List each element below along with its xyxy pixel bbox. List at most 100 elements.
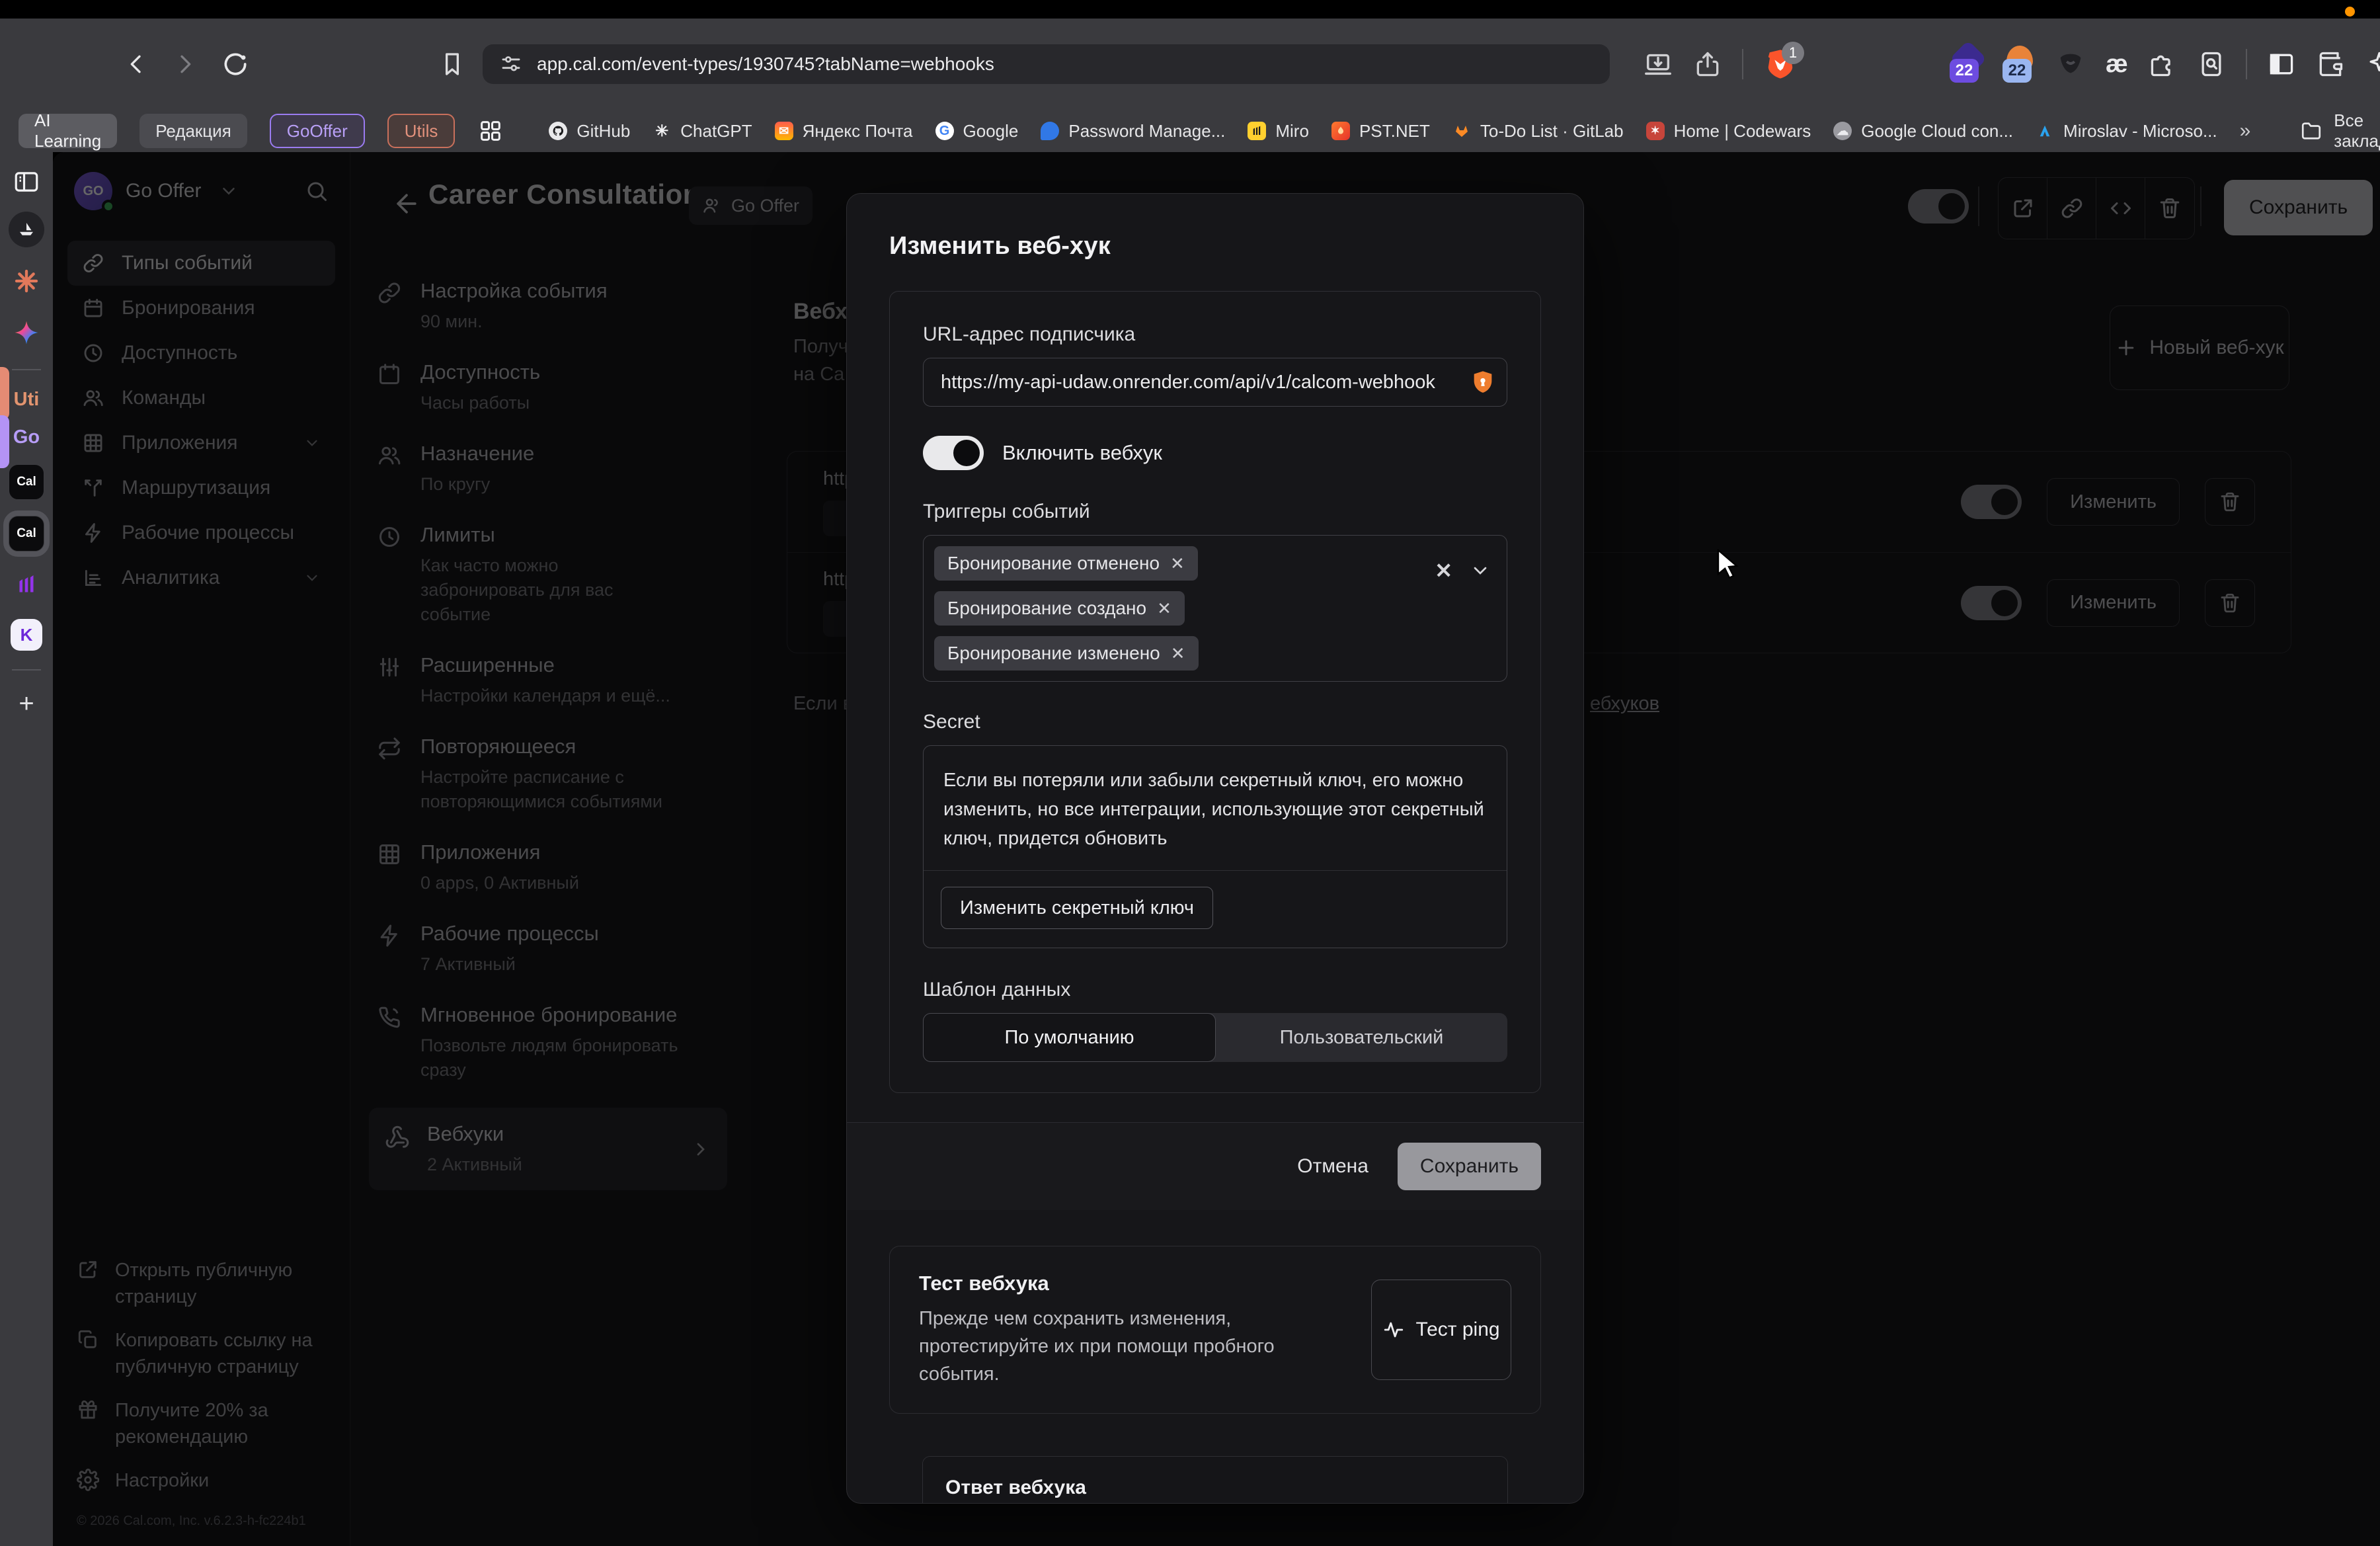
window-titlebar — [0, 0, 2380, 19]
pinned-app-asterisk[interactable] — [9, 263, 44, 299]
tab-kinescope[interactable]: K — [11, 619, 42, 651]
extension-blue[interactable]: 22 — [2003, 46, 2036, 83]
toolbar-separator-2 — [2246, 49, 2247, 79]
gitlab-icon — [1452, 122, 1471, 140]
bookmark-gitlab[interactable]: To-Do List · GitLab — [1452, 121, 1624, 142]
payload-template-label: Шаблон данных — [923, 979, 1507, 1001]
brave-shield-icon[interactable]: 1 — [1763, 47, 1798, 81]
template-custom-option[interactable]: Пользовательский — [1216, 1013, 1507, 1062]
cancel-button[interactable]: Отмена — [1297, 1155, 1368, 1178]
yandex-mail-icon: ✉ — [775, 122, 793, 140]
site-settings-icon[interactable] — [500, 53, 522, 75]
url-text: app.cal.com/event-types/1930745?tabName=… — [537, 54, 994, 75]
webhook-form: URL-адрес подписчика https://my-api-udaw… — [889, 291, 1541, 1093]
tab-group-utils[interactable]: Uti — [14, 389, 40, 411]
bookmark-codewars[interactable]: ✶ Home | Codewars — [1646, 121, 1811, 142]
screenshot-root: app.cal.com/event-types/1930745?tabName=… — [0, 0, 2380, 1546]
back-icon[interactable] — [123, 51, 149, 77]
bookmark-microsoft[interactable]: Miroslav - Microso... — [2036, 121, 2217, 142]
event-triggers-multiselect[interactable]: Бронирование отменено✕ Бронирование созд… — [923, 535, 1507, 682]
pinned-app-gemini[interactable] — [9, 315, 44, 350]
tab-miro[interactable] — [9, 567, 44, 603]
clear-all-icon[interactable]: ✕ — [1435, 558, 1452, 583]
tab-group-indicator-utils — [0, 367, 9, 420]
remove-chip-icon[interactable]: ✕ — [1157, 598, 1171, 619]
secret-box: Если вы потеряли или забыли секретный кл… — [923, 745, 1507, 948]
save-page-icon[interactable] — [1643, 49, 1673, 79]
miro-icon — [1248, 122, 1266, 140]
test-webhook-section: Тест вебхука Прежде чем сохранить измене… — [889, 1246, 1541, 1414]
share-icon[interactable] — [1693, 50, 1722, 79]
bookmark-group-redakcia[interactable]: Редакция — [139, 114, 247, 148]
bookmark-miro[interactable]: Miro — [1248, 121, 1309, 142]
google-cloud-icon: ☁ — [1833, 122, 1852, 140]
toolbar-separator — [1742, 49, 1743, 79]
secret-description: Если вы потеряли или забыли секретный кл… — [924, 746, 1507, 871]
pinned-app-boat[interactable] — [9, 212, 44, 247]
tab-group-go[interactable]: Go — [13, 427, 40, 448]
extension-dark-icon[interactable] — [2055, 49, 2086, 79]
extension-ae-icon[interactable]: æ — [2106, 50, 2128, 79]
bookmark-icon[interactable] — [439, 51, 465, 77]
remove-chip-icon[interactable]: ✕ — [1171, 643, 1185, 664]
subscriber-url-label: URL-адрес подписчика — [923, 323, 1507, 346]
window-control-dot[interactable] — [2345, 7, 2355, 17]
tab-cal-1[interactable]: Cal — [9, 464, 44, 500]
bookmark-password-manager[interactable]: Password Manage... — [1041, 121, 1225, 142]
leo-ai-icon[interactable] — [2365, 50, 2380, 79]
trigger-chip[interactable]: Бронирование создано✕ — [934, 591, 1185, 626]
bookmark-group-ai-learning[interactable]: AI Learning — [19, 114, 117, 148]
chatgpt-icon: ✳ — [653, 122, 671, 140]
bookmark-yandex-mail[interactable]: ✉ Яндекс Почта — [775, 121, 913, 142]
google-icon: G — [935, 122, 954, 140]
wallet-icon[interactable] — [2316, 50, 2345, 79]
enable-webhook-toggle[interactable] — [923, 436, 984, 470]
browser-chrome: app.cal.com/event-types/1930745?tabName=… — [0, 19, 2380, 152]
strip-divider — [12, 369, 41, 370]
bookmark-google-cloud[interactable]: ☁ Google Cloud con... — [1833, 121, 2013, 142]
bookmark-google[interactable]: G Google — [935, 121, 1019, 142]
tab-groups-icon[interactable] — [477, 118, 504, 144]
payload-template-segmented: По умолчанию Пользовательский — [923, 1013, 1507, 1062]
reload-icon[interactable] — [221, 50, 250, 79]
extension-purple[interactable]: 22 — [1950, 46, 1983, 83]
bookmarks-overflow-chevron[interactable]: » — [2240, 120, 2251, 142]
github-icon — [549, 122, 567, 140]
vertical-tab-strip: Uti Go Cal Cal K + — [0, 152, 53, 1546]
sidebar-toggle-icon[interactable] — [2267, 50, 2296, 79]
bookmark-github[interactable]: GitHub — [549, 121, 630, 142]
trigger-chip[interactable]: Бронирование отменено✕ — [934, 546, 1198, 581]
password-manager-shield-icon[interactable] — [1470, 369, 1496, 395]
extensions-puzzle-icon[interactable] — [2148, 50, 2177, 79]
subscriber-url-input[interactable]: https://my-api-udaw.onrender.com/api/v1/… — [923, 358, 1507, 407]
new-tab-button[interactable]: + — [19, 689, 34, 719]
activity-icon — [1382, 1319, 1405, 1341]
test-webhook-title: Тест вебхука — [919, 1272, 1289, 1295]
forward-icon[interactable] — [172, 51, 198, 77]
save-button[interactable]: Сохранить — [1398, 1143, 1541, 1190]
test-webhook-description: Прежде чем сохранить изменения, протести… — [919, 1305, 1289, 1388]
remove-chip-icon[interactable]: ✕ — [1170, 553, 1185, 574]
bookmark-chatgpt[interactable]: ✳ ChatGPT — [653, 121, 752, 142]
chevron-down-icon[interactable] — [1470, 560, 1491, 581]
tab-cal-active[interactable]: Cal — [9, 516, 44, 551]
modal-title: Изменить веб-хук — [889, 232, 1541, 261]
secret-label: Secret — [923, 711, 1507, 733]
trigger-chip[interactable]: Бронирование изменено✕ — [934, 636, 1199, 671]
bookmark-pstnet[interactable]: PST.NET — [1331, 121, 1430, 142]
bookmarks-bar: AI Learning Редакция GoOffer Utils GitHu… — [0, 110, 2380, 152]
codewars-icon: ✶ — [1646, 122, 1665, 140]
bookmark-group-gooffer[interactable]: GoOffer — [270, 114, 365, 148]
page-search-icon[interactable] — [2197, 50, 2226, 79]
modal-footer: Отмена Сохранить — [847, 1122, 1583, 1210]
change-secret-button[interactable]: Изменить секретный ключ — [941, 887, 1213, 929]
bookmark-group-utils[interactable]: Utils — [387, 114, 456, 148]
pstnet-icon — [1331, 122, 1350, 140]
template-default-option[interactable]: По умолчанию — [923, 1013, 1216, 1062]
webhook-response-title: Ответ вебхука — [923, 1457, 1507, 1504]
panel-toggle-icon[interactable] — [13, 168, 40, 196]
browser-toolbar: app.cal.com/event-types/1930745?tabName=… — [0, 19, 2380, 110]
all-bookmarks-button[interactable]: Все закладки — [2299, 110, 2380, 151]
url-bar[interactable]: app.cal.com/event-types/1930745?tabName=… — [483, 44, 1610, 84]
test-ping-button[interactable]: Тест ping — [1371, 1280, 1511, 1380]
